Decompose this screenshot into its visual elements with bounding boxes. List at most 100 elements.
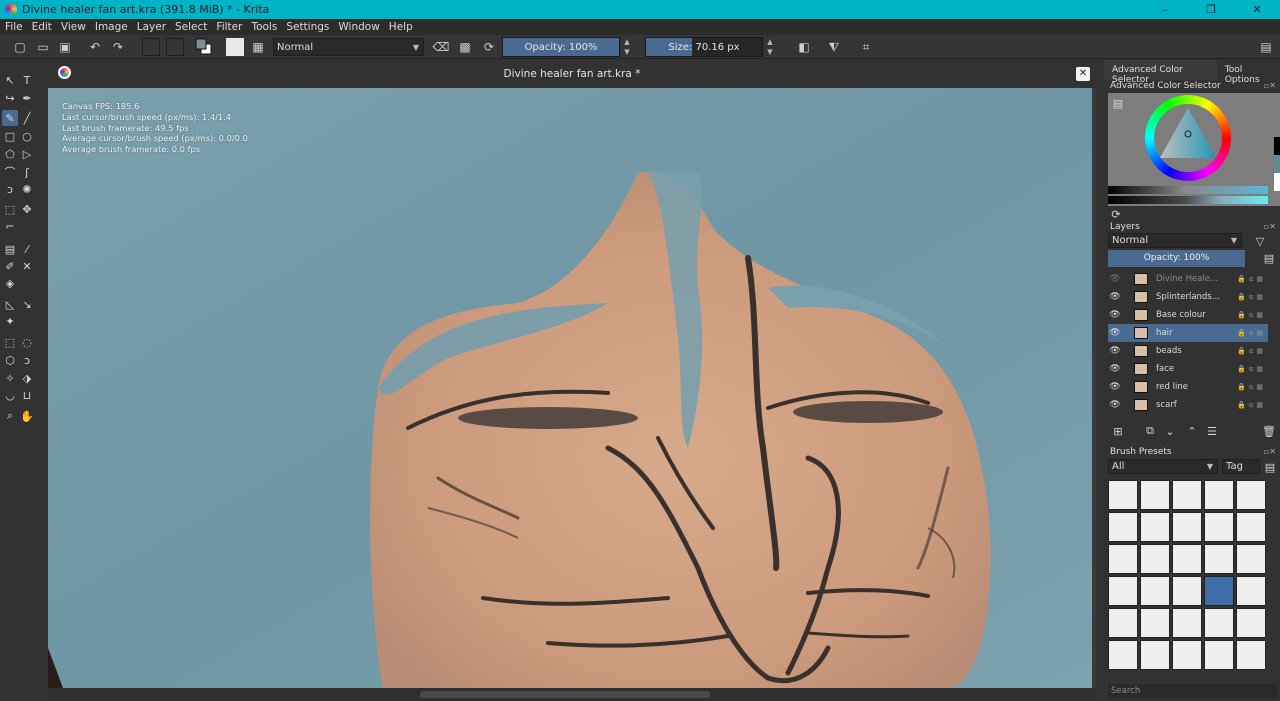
blend-mode-select[interactable]: Normal ▼ [273, 38, 424, 56]
brush-preset-tile[interactable] [1204, 576, 1234, 606]
layer-row[interactable]: 👁 face 🔒α▦ [1108, 360, 1268, 378]
brush-preset-icon[interactable] [226, 38, 244, 56]
eraser-mode-icon[interactable]: ⌫ [433, 38, 450, 56]
brush-preset-tile[interactable] [1140, 576, 1170, 606]
brush-filter-select[interactable]: All ▼ [1108, 459, 1218, 474]
close-document-button[interactable]: ✕ [1076, 67, 1090, 81]
brush-preset-tile[interactable] [1204, 480, 1234, 510]
move-tool-icon[interactable]: ✥ [19, 201, 35, 217]
visibility-eye-icon[interactable]: 👁 [1108, 292, 1122, 302]
brush-preset-tile[interactable] [1204, 512, 1234, 542]
similar-selection-icon[interactable]: ⬗ [19, 370, 35, 386]
visibility-eye-icon[interactable]: 👁 [1108, 310, 1122, 320]
workspace-icon[interactable]: ▤ [1258, 38, 1274, 56]
magnetic-selection-icon[interactable]: ⊔ [19, 387, 35, 403]
advanced-color-selector[interactable]: ▤ [1108, 93, 1280, 206]
gradient-swatch[interactable] [142, 38, 160, 56]
brush-preset-tile[interactable] [1172, 544, 1202, 574]
visibility-eye-icon[interactable]: 👁 [1108, 400, 1122, 410]
crop-tool-icon[interactable]: ⌐ [2, 218, 18, 234]
menu-view[interactable]: View [56, 21, 90, 33]
visibility-eye-icon[interactable]: 👁 [1108, 346, 1122, 356]
calligraphy-tool-icon[interactable]: ✒ [19, 90, 35, 106]
layer-flags-icon[interactable]: 🔒α▦ [1237, 275, 1266, 283]
smart-patch-tool-icon[interactable]: ✕ [19, 258, 35, 274]
color-refresh-icon[interactable]: ⟳ [1108, 206, 1124, 222]
move-layer-down-icon[interactable]: ⌄ [1162, 423, 1178, 439]
horizontal-scrollbar[interactable] [48, 688, 1096, 701]
layer-properties-icon[interactable]: ▤ [1261, 250, 1277, 266]
visibility-eye-icon[interactable]: 👁 [1108, 274, 1122, 284]
menu-layer[interactable]: Layer [132, 21, 170, 33]
brush-tag-select[interactable]: Tag [1222, 459, 1260, 474]
brush-preset-tile[interactable] [1108, 608, 1138, 638]
menu-edit[interactable]: Edit [27, 21, 56, 33]
brush-preset-tile[interactable] [1108, 640, 1138, 670]
brush-preset-tile[interactable] [1236, 576, 1266, 606]
document-tab[interactable]: Divine healer fan art.kra * ✕ [48, 60, 1096, 88]
brush-preset-tile[interactable] [1172, 640, 1202, 670]
menu-image[interactable]: Image [90, 21, 132, 33]
brush-preset-tile[interactable] [1108, 480, 1138, 510]
measure-tool-icon[interactable]: ↘ [19, 296, 35, 312]
save-icon[interactable]: ▣ [57, 38, 73, 56]
multibrush-tool-icon[interactable]: ✺ [19, 181, 35, 197]
redo-icon[interactable]: ↷ [110, 38, 126, 56]
select-shapes-tool-icon[interactable]: ↖ [2, 72, 18, 88]
layer-row[interactable]: 👁 Base colour 🔒α▦ [1108, 306, 1268, 324]
contiguous-selection-icon[interactable]: ✧ [2, 370, 18, 386]
reference-images-tool-icon[interactable]: ✦ [2, 313, 18, 329]
menu-tools[interactable]: Tools [246, 21, 281, 33]
transform-tool-icon[interactable]: ⬚ [2, 201, 18, 217]
layer-flags-icon[interactable]: 🔒α▦ [1237, 311, 1266, 319]
tab-advanced-color-selector[interactable]: Advanced Color Selector [1104, 60, 1217, 85]
zoom-tool-icon[interactable]: ⌕ [2, 408, 18, 424]
opacity-slider[interactable]: Opacity: 100% [502, 37, 620, 57]
menu-file[interactable]: File [0, 21, 27, 33]
polygon-tool-icon[interactable]: ⬠ [2, 146, 18, 162]
rectangular-selection-icon[interactable]: ⬚ [2, 334, 18, 350]
visibility-eye-icon[interactable]: 👁 [1108, 382, 1122, 392]
text-tool-icon[interactable]: T [19, 72, 35, 88]
brush-preset-tile[interactable] [1236, 608, 1266, 638]
visibility-eye-icon[interactable]: 👁 [1108, 328, 1122, 338]
brush-preset-tile[interactable] [1140, 640, 1170, 670]
color-history-swatch[interactable] [1274, 155, 1280, 173]
ellipse-tool-icon[interactable]: ○ [19, 128, 35, 144]
freehand-path-tool-icon[interactable]: ʃ [19, 164, 35, 180]
add-layer-icon[interactable]: ⊞ [1110, 423, 1126, 439]
open-document-icon[interactable]: ▭ [35, 38, 51, 56]
horizontal-scroll-thumb[interactable] [420, 691, 710, 698]
brush-preset-tile[interactable] [1236, 640, 1266, 670]
brush-presets-float-close-icon[interactable]: ▫✕ [1264, 447, 1276, 456]
brush-preset-tile[interactable] [1140, 544, 1170, 574]
edit-shapes-tool-icon[interactable]: ↪ [2, 90, 18, 106]
new-document-icon[interactable]: ▢ [12, 38, 28, 56]
value-slider[interactable] [1108, 186, 1268, 194]
brush-preset-tile[interactable] [1108, 512, 1138, 542]
layer-blend-mode-select[interactable]: Normal ▼ [1108, 233, 1242, 248]
dynamic-brush-tool-icon[interactable]: ↄ [2, 181, 18, 197]
brush-preset-tile[interactable] [1140, 512, 1170, 542]
menu-window[interactable]: Window [333, 21, 383, 33]
layer-flags-icon[interactable]: 🔒α▦ [1237, 347, 1266, 355]
color-history-swatch[interactable] [1274, 173, 1280, 191]
layer-opacity-slider[interactable]: Opacity: 100% [1108, 250, 1245, 267]
elliptical-selection-icon[interactable]: ◌ [19, 334, 35, 350]
brush-preset-tile[interactable] [1140, 608, 1170, 638]
layer-options-icon[interactable]: ☰ [1204, 423, 1220, 439]
wrap-around-icon[interactable]: ⌗ [858, 38, 874, 56]
brush-preset-tile[interactable] [1108, 576, 1138, 606]
polygonal-selection-icon[interactable]: ⬡ [2, 352, 18, 368]
layer-row[interactable]: 👁 Splinterlands... 🔒α▦ [1108, 288, 1268, 306]
duplicate-layer-icon[interactable]: ⧉ [1142, 423, 1158, 439]
brush-preset-tile[interactable] [1236, 544, 1266, 574]
brush-search-input[interactable]: Search [1108, 684, 1278, 698]
hue-ring[interactable] [1145, 95, 1231, 181]
layer-flags-icon[interactable]: 🔒α▦ [1237, 329, 1266, 337]
assistant-tool-icon[interactable]: ◺ [2, 296, 18, 312]
brush-preset-tile[interactable] [1236, 480, 1266, 510]
menu-filter[interactable]: Filter [211, 21, 246, 33]
brush-view-icon[interactable]: ▤ [1262, 459, 1278, 475]
choose-preset-grid-icon[interactable]: ▦ [250, 38, 266, 56]
